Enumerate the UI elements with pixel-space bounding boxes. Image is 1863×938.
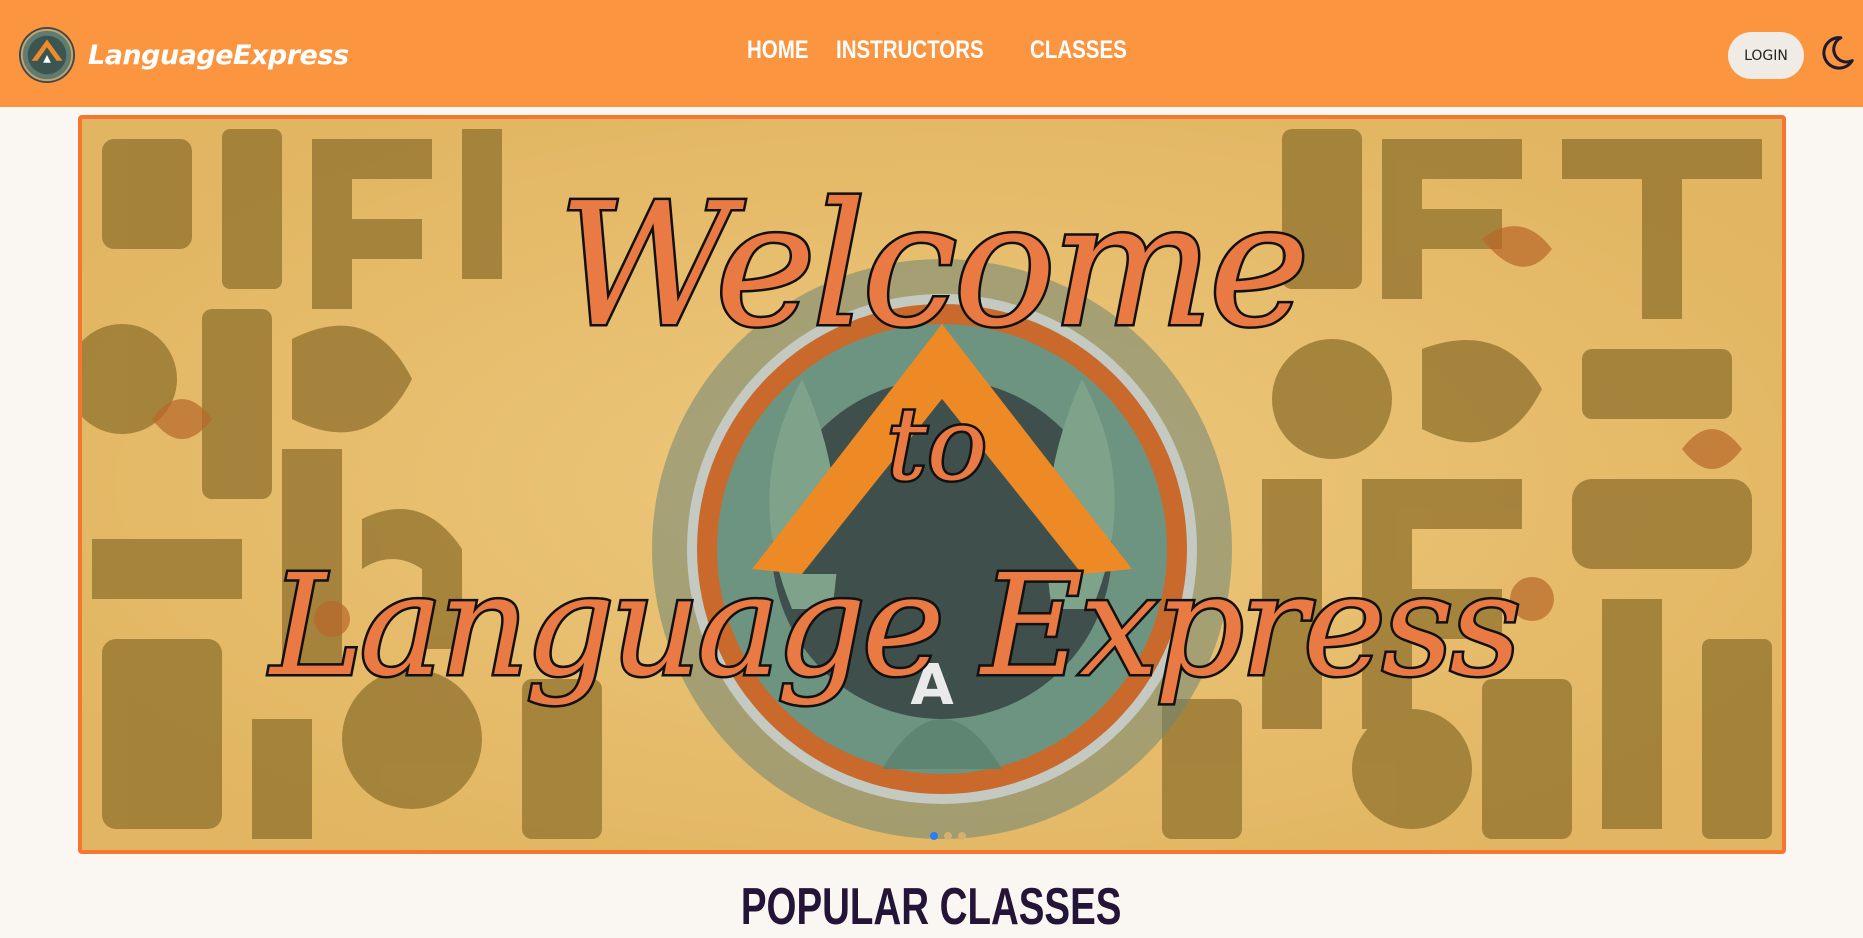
moon-icon[interactable]	[1818, 34, 1856, 72]
login-button[interactable]: LOGIN	[1728, 32, 1804, 79]
nav-home[interactable]: HOME	[747, 36, 809, 65]
popular-classes-heading: POPULAR CLASSES	[741, 878, 1122, 936]
main-nav: HOME INSTRUCTORS CLASSES	[747, 36, 1130, 65]
nav-instructors[interactable]: INSTRUCTORS	[836, 36, 984, 65]
hero-background-image	[82, 119, 1782, 850]
navbar: LanguageExpress HOME INSTRUCTORS CLASSES…	[0, 0, 1863, 107]
carousel-dot-2[interactable]	[944, 832, 952, 840]
brand-name: LanguageExpress	[88, 39, 349, 71]
carousel-dots	[930, 832, 966, 840]
brand-link[interactable]: LanguageExpress	[18, 26, 349, 84]
hero-carousel: A Welcome to Language Express	[78, 115, 1786, 854]
carousel-dot-1[interactable]	[930, 832, 938, 840]
carousel-dot-3[interactable]	[958, 832, 966, 840]
language-express-logo-icon	[18, 26, 76, 84]
nav-classes[interactable]: CLASSES	[1030, 36, 1127, 65]
